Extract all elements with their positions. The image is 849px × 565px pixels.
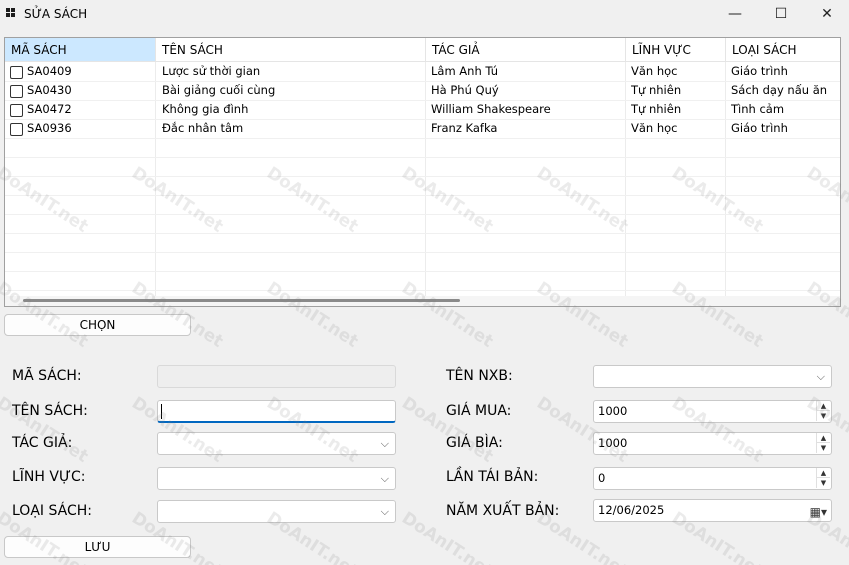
ten-nxb-combobox[interactable]: ⌵ (593, 365, 832, 388)
cell-tac-gia[interactable]: Franz Kafka (431, 119, 623, 138)
app-icon (6, 8, 16, 18)
cell-ma-sach[interactable]: SA0409 (27, 62, 153, 81)
maximize-button[interactable]: ☐ (759, 0, 803, 28)
row-divider (5, 271, 840, 272)
cell-ten-sach[interactable]: Không gia đình (162, 100, 424, 119)
cell-ma-sach[interactable]: SA0430 (27, 81, 153, 100)
cell-tac-gia[interactable]: William Shakespeare (431, 100, 623, 119)
loai-sach-combobox[interactable]: ⌵ (157, 500, 396, 523)
close-button[interactable]: ✕ (805, 0, 849, 28)
gia-bia-value: 1000 (598, 436, 628, 450)
gia-mua-stepper[interactable]: 1000 ▲ ▼ (593, 400, 832, 423)
column-divider (155, 62, 156, 298)
ten-sach-input[interactable] (157, 400, 396, 423)
calendar-icon[interactable]: ▦▾ (810, 502, 827, 521)
ten-nxb-label: TÊN NXB: (446, 368, 513, 384)
lan-tai-ban-value: 0 (598, 471, 606, 485)
column-header-ten-sach[interactable]: TÊN SÁCH (156, 38, 426, 62)
cell-ten-sach[interactable]: Đắc nhân tâm (162, 119, 424, 138)
text-caret (161, 404, 162, 419)
cell-loai-sach[interactable]: Sách dạy nấu ăn (731, 81, 840, 100)
row-divider (5, 290, 840, 291)
gia-mua-label: GIÁ MUA: (446, 403, 512, 419)
title-bar: SỬA SÁCH — ☐ ✕ (0, 0, 849, 28)
linh-vuc-label: LĨNH VỰC: (12, 469, 86, 485)
ma-sach-field[interactable] (157, 365, 396, 388)
row-checkbox[interactable] (10, 66, 23, 79)
luu-button[interactable]: LƯU (4, 536, 191, 558)
gia-bia-stepper[interactable]: 1000 ▲ ▼ (593, 432, 832, 455)
tac-gia-combobox[interactable]: ⌵ (157, 432, 396, 455)
column-divider (425, 62, 426, 298)
chevron-down-icon[interactable]: ⌵ (381, 501, 389, 522)
column-divider (625, 62, 626, 298)
cell-tac-gia[interactable]: Lâm Anh Tú (431, 62, 623, 81)
spin-up-icon[interactable]: ▲ (816, 468, 830, 478)
spin-up-icon[interactable]: ▲ (816, 433, 830, 443)
cell-linh-vuc[interactable]: Tự nhiên (631, 100, 723, 119)
row-checkbox[interactable] (10, 104, 23, 117)
column-divider (725, 62, 726, 298)
row-divider (5, 252, 840, 253)
tac-gia-label: TÁC GIẢ: (12, 435, 73, 451)
row-checkbox[interactable] (10, 123, 23, 136)
chevron-down-icon[interactable]: ⌵ (381, 433, 389, 454)
spin-down-icon[interactable]: ▼ (816, 478, 830, 488)
cell-loai-sach[interactable]: Giáo trình (731, 62, 840, 81)
cell-linh-vuc[interactable]: Văn học (631, 119, 723, 138)
ten-sach-label: TÊN SÁCH: (12, 403, 88, 419)
cell-ma-sach[interactable]: SA0936 (27, 119, 153, 138)
cell-ten-sach[interactable]: Bài giảng cuối cùng (162, 81, 424, 100)
row-divider (5, 214, 840, 215)
nam-xuat-ban-label: NĂM XUẤT BẢN: (446, 503, 560, 519)
nam-xuat-ban-value: 12/06/2025 (598, 503, 665, 517)
row-divider (5, 157, 840, 158)
cell-ten-sach[interactable]: Lược sử thời gian (162, 62, 424, 81)
maximize-icon: ☐ (774, 6, 788, 22)
gia-mua-value: 1000 (598, 404, 628, 418)
lan-tai-ban-label: LẦN TÁI BẢN: (446, 469, 539, 485)
scrollbar-thumb[interactable] (23, 299, 460, 302)
lan-tai-ban-stepper[interactable]: 0 ▲ ▼ (593, 467, 832, 490)
spin-down-icon[interactable]: ▼ (816, 443, 830, 453)
cell-tac-gia[interactable]: Hà Phú Quý (431, 81, 623, 100)
column-header-linh-vuc[interactable]: LĨNH VỰC (626, 38, 726, 62)
row-divider (5, 195, 840, 196)
horizontal-scrollbar[interactable] (5, 296, 840, 306)
loai-sach-label: LOẠI SÁCH: (12, 503, 92, 519)
cell-linh-vuc[interactable]: Tự nhiên (631, 81, 723, 100)
column-header-tac-gia[interactable]: TÁC GIẢ (426, 38, 626, 62)
books-grid[interactable]: MÃ SÁCH TÊN SÁCH TÁC GIẢ LĨNH VỰC LOẠI S… (4, 37, 841, 307)
row-checkbox[interactable] (10, 85, 23, 98)
spin-up-icon[interactable]: ▲ (816, 401, 830, 411)
window-title: SỬA SÁCH (24, 7, 88, 21)
nam-xuat-ban-datepicker[interactable]: 12/06/2025 ▦▾ (593, 499, 832, 522)
spin-down-icon[interactable]: ▼ (816, 411, 830, 421)
chevron-down-icon[interactable]: ⌵ (817, 366, 825, 387)
cell-ma-sach[interactable]: SA0472 (27, 100, 153, 119)
minimize-button[interactable]: — (713, 0, 757, 28)
ma-sach-label: MÃ SÁCH: (12, 368, 82, 384)
column-header-ma-sach[interactable]: MÃ SÁCH (5, 38, 156, 62)
row-divider (5, 138, 840, 139)
cell-linh-vuc[interactable]: Văn học (631, 62, 723, 81)
linh-vuc-combobox[interactable]: ⌵ (157, 467, 396, 490)
cell-loai-sach[interactable]: Giáo trình (731, 119, 840, 138)
chevron-down-icon[interactable]: ⌵ (381, 468, 389, 489)
column-header-loai-sach[interactable]: LOẠI SÁCH (726, 38, 840, 62)
row-divider (5, 233, 840, 234)
cell-loai-sach[interactable]: Tình cảm (731, 100, 840, 119)
close-icon: ✕ (821, 6, 833, 22)
chon-button[interactable]: CHỌN (4, 314, 191, 336)
gia-bia-label: GIÁ BÌA: (446, 435, 503, 451)
row-divider (5, 176, 840, 177)
minimize-icon: — (728, 6, 742, 22)
